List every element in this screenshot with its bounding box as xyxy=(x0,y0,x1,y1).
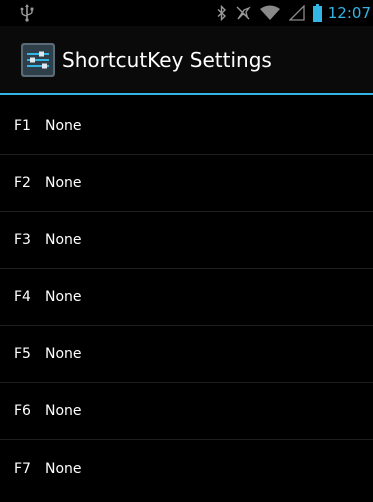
list-item[interactable]: F3 None xyxy=(0,212,373,269)
wifi-icon xyxy=(259,5,280,20)
status-bar: 12:07 xyxy=(0,0,373,26)
page-title: ShortcutKey Settings xyxy=(62,47,272,72)
shortcut-key-label: F5 xyxy=(14,346,31,362)
signal-icon xyxy=(288,5,305,21)
shortcut-value: None xyxy=(45,175,82,191)
shortcut-value: None xyxy=(45,232,82,248)
shortcut-value: None xyxy=(45,289,82,305)
list-item[interactable]: F5 None xyxy=(0,326,373,383)
shortcut-key-label: F1 xyxy=(14,118,31,134)
shortcut-key-label: F2 xyxy=(14,175,31,191)
shortcut-value: None xyxy=(45,403,82,419)
shortcut-value: None xyxy=(45,460,82,477)
list-item[interactable]: F7 None xyxy=(0,440,373,497)
battery-icon xyxy=(312,4,322,22)
bluetooth-icon xyxy=(217,5,226,21)
mute-icon xyxy=(236,6,251,20)
action-bar: ShortcutKey Settings xyxy=(0,26,373,95)
list-item[interactable]: F2 None xyxy=(0,155,373,212)
shortcut-key-label: F4 xyxy=(14,289,31,305)
shortcut-value: None xyxy=(45,346,82,362)
shortcut-value: None xyxy=(45,118,82,134)
settings-sliders-icon[interactable] xyxy=(21,42,55,77)
usb-icon xyxy=(20,4,34,22)
shortcut-list: F1 None F2 None F3 None F4 None F5 None … xyxy=(0,98,373,497)
status-time: 12:07 xyxy=(327,4,371,22)
shortcut-key-label: F3 xyxy=(14,232,31,248)
shortcut-key-label: F6 xyxy=(14,403,31,419)
list-item[interactable]: F6 None xyxy=(0,383,373,440)
list-item[interactable]: F4 None xyxy=(0,269,373,326)
shortcut-key-label: F7 xyxy=(14,460,31,477)
list-item[interactable]: F1 None xyxy=(0,98,373,155)
